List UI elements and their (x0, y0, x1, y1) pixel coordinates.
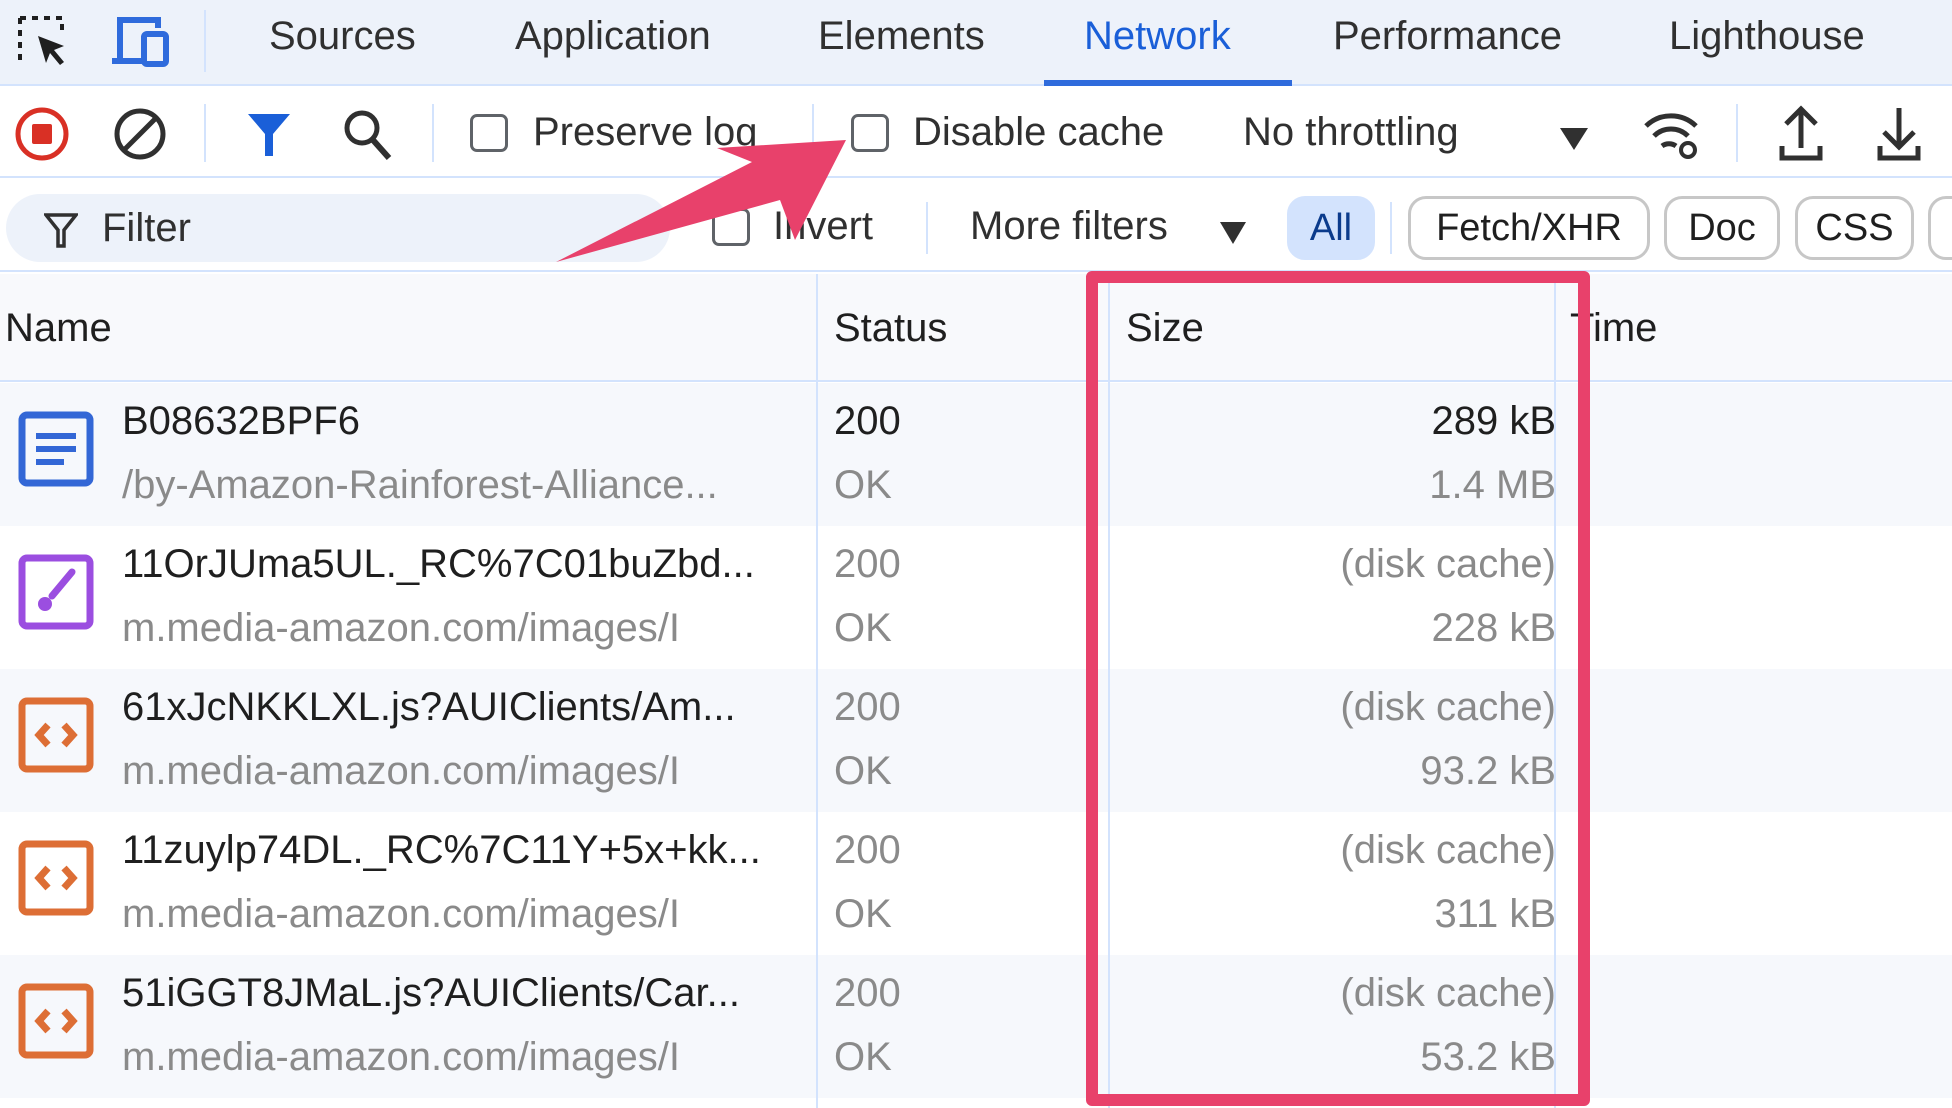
script-file-icon (18, 983, 94, 1059)
network-toolbar: Preserve log Disable cache No throttling (0, 88, 1952, 178)
invert-checkbox[interactable] (712, 208, 750, 246)
chip-css[interactable]: CSS (1795, 196, 1914, 260)
status-text: OK (834, 749, 892, 793)
filter-funnel-icon[interactable] (246, 110, 292, 160)
clear-icon[interactable] (112, 106, 168, 162)
import-har-icon[interactable] (1778, 104, 1824, 162)
preserve-log-label[interactable]: Preserve log (533, 110, 758, 155)
search-icon[interactable] (342, 108, 394, 162)
status-text: OK (834, 1035, 892, 1079)
network-conditions-icon[interactable] (1642, 106, 1704, 162)
chip-fetch-xhr[interactable]: Fetch/XHR (1408, 196, 1650, 260)
chevron-down-icon[interactable] (1560, 128, 1588, 150)
request-name[interactable]: 51iGGT8JMaL.js?AUIClients/Car... (122, 971, 740, 1016)
size-column-highlight (1086, 271, 1590, 1106)
device-toolbar-icon[interactable] (110, 14, 172, 70)
filter-placeholder: Filter (102, 206, 191, 250)
stylesheet-file-icon (18, 554, 94, 630)
request-path: m.media-amazon.com/images/I (122, 1035, 680, 1079)
table-row[interactable]: 51iGGT8JMaL.js?AUIClients/Car... m.media… (0, 955, 1952, 1098)
tab-application[interactable]: Application (515, 14, 711, 59)
filter-bar: Filter Invert More filters All Fetch/XHR… (0, 180, 1952, 272)
table-row[interactable]: 61xJcNKKLXL.js?AUIClients/Am... m.media-… (0, 669, 1952, 812)
devtools-tab-bar: Sources Application Elements Network Per… (0, 0, 1952, 86)
table-row[interactable]: 11zuylp74DL._RC%7C11Y+5x+kk... m.media-a… (0, 812, 1952, 955)
tab-elements[interactable]: Elements (818, 14, 985, 59)
filter-icon (44, 213, 78, 248)
preserve-log-checkbox[interactable] (470, 114, 508, 152)
active-tab-indicator (1044, 80, 1292, 86)
export-har-icon[interactable] (1876, 104, 1922, 162)
invert-label[interactable]: Invert (773, 204, 873, 249)
status-text: OK (834, 892, 892, 936)
script-file-icon (18, 697, 94, 773)
table-row[interactable]: B08632BPF6 /by-Amazon-Rainforest-Allianc… (0, 383, 1952, 526)
status-text: OK (834, 463, 892, 507)
disable-cache-checkbox[interactable] (851, 114, 889, 152)
request-path: m.media-amazon.com/images/I (122, 749, 680, 793)
tab-sources[interactable]: Sources (269, 14, 416, 59)
tab-performance[interactable]: Performance (1333, 14, 1562, 59)
more-filters-dropdown[interactable]: More filters (970, 204, 1168, 249)
request-name[interactable]: 61xJcNKKLXL.js?AUIClients/Am... (122, 685, 736, 730)
status-text: OK (834, 606, 892, 650)
request-path: m.media-amazon.com/images/I (122, 892, 680, 936)
stop-recording-icon[interactable] (14, 106, 70, 162)
column-header-status[interactable]: Status (834, 306, 947, 351)
chip-doc[interactable]: Doc (1664, 196, 1780, 260)
table-header: Name Status Size Time (0, 274, 1952, 382)
status-code: 200 (834, 685, 901, 729)
document-file-icon (18, 411, 94, 487)
filter-input[interactable]: Filter (6, 194, 670, 262)
request-path: /by-Amazon-Rainforest-Alliance... (122, 463, 718, 507)
chip-all[interactable]: All (1287, 196, 1375, 260)
request-name[interactable]: B08632BPF6 (122, 399, 360, 444)
throttling-select[interactable]: No throttling (1243, 110, 1459, 155)
request-name[interactable]: 11OrJUma5UL._RC%7C01buZbd... (122, 542, 755, 587)
request-name[interactable]: 11zuylp74DL._RC%7C11Y+5x+kk... (122, 828, 761, 873)
inspect-element-icon[interactable] (16, 14, 72, 70)
status-code: 200 (834, 399, 901, 443)
status-code: 200 (834, 828, 901, 872)
script-file-icon (18, 840, 94, 916)
tab-network[interactable]: Network (1084, 14, 1231, 59)
chevron-down-icon[interactable] (1220, 222, 1246, 244)
table-row[interactable]: 11OrJUma5UL._RC%7C01buZbd... m.media-ama… (0, 526, 1952, 669)
status-code: 200 (834, 971, 901, 1015)
chip-more[interactable] (1928, 196, 1952, 260)
column-header-name[interactable]: Name (5, 306, 112, 351)
status-code: 200 (834, 542, 901, 586)
tab-lighthouse[interactable]: Lighthouse (1669, 14, 1865, 59)
request-path: m.media-amazon.com/images/I (122, 606, 680, 650)
disable-cache-label[interactable]: Disable cache (913, 110, 1164, 155)
